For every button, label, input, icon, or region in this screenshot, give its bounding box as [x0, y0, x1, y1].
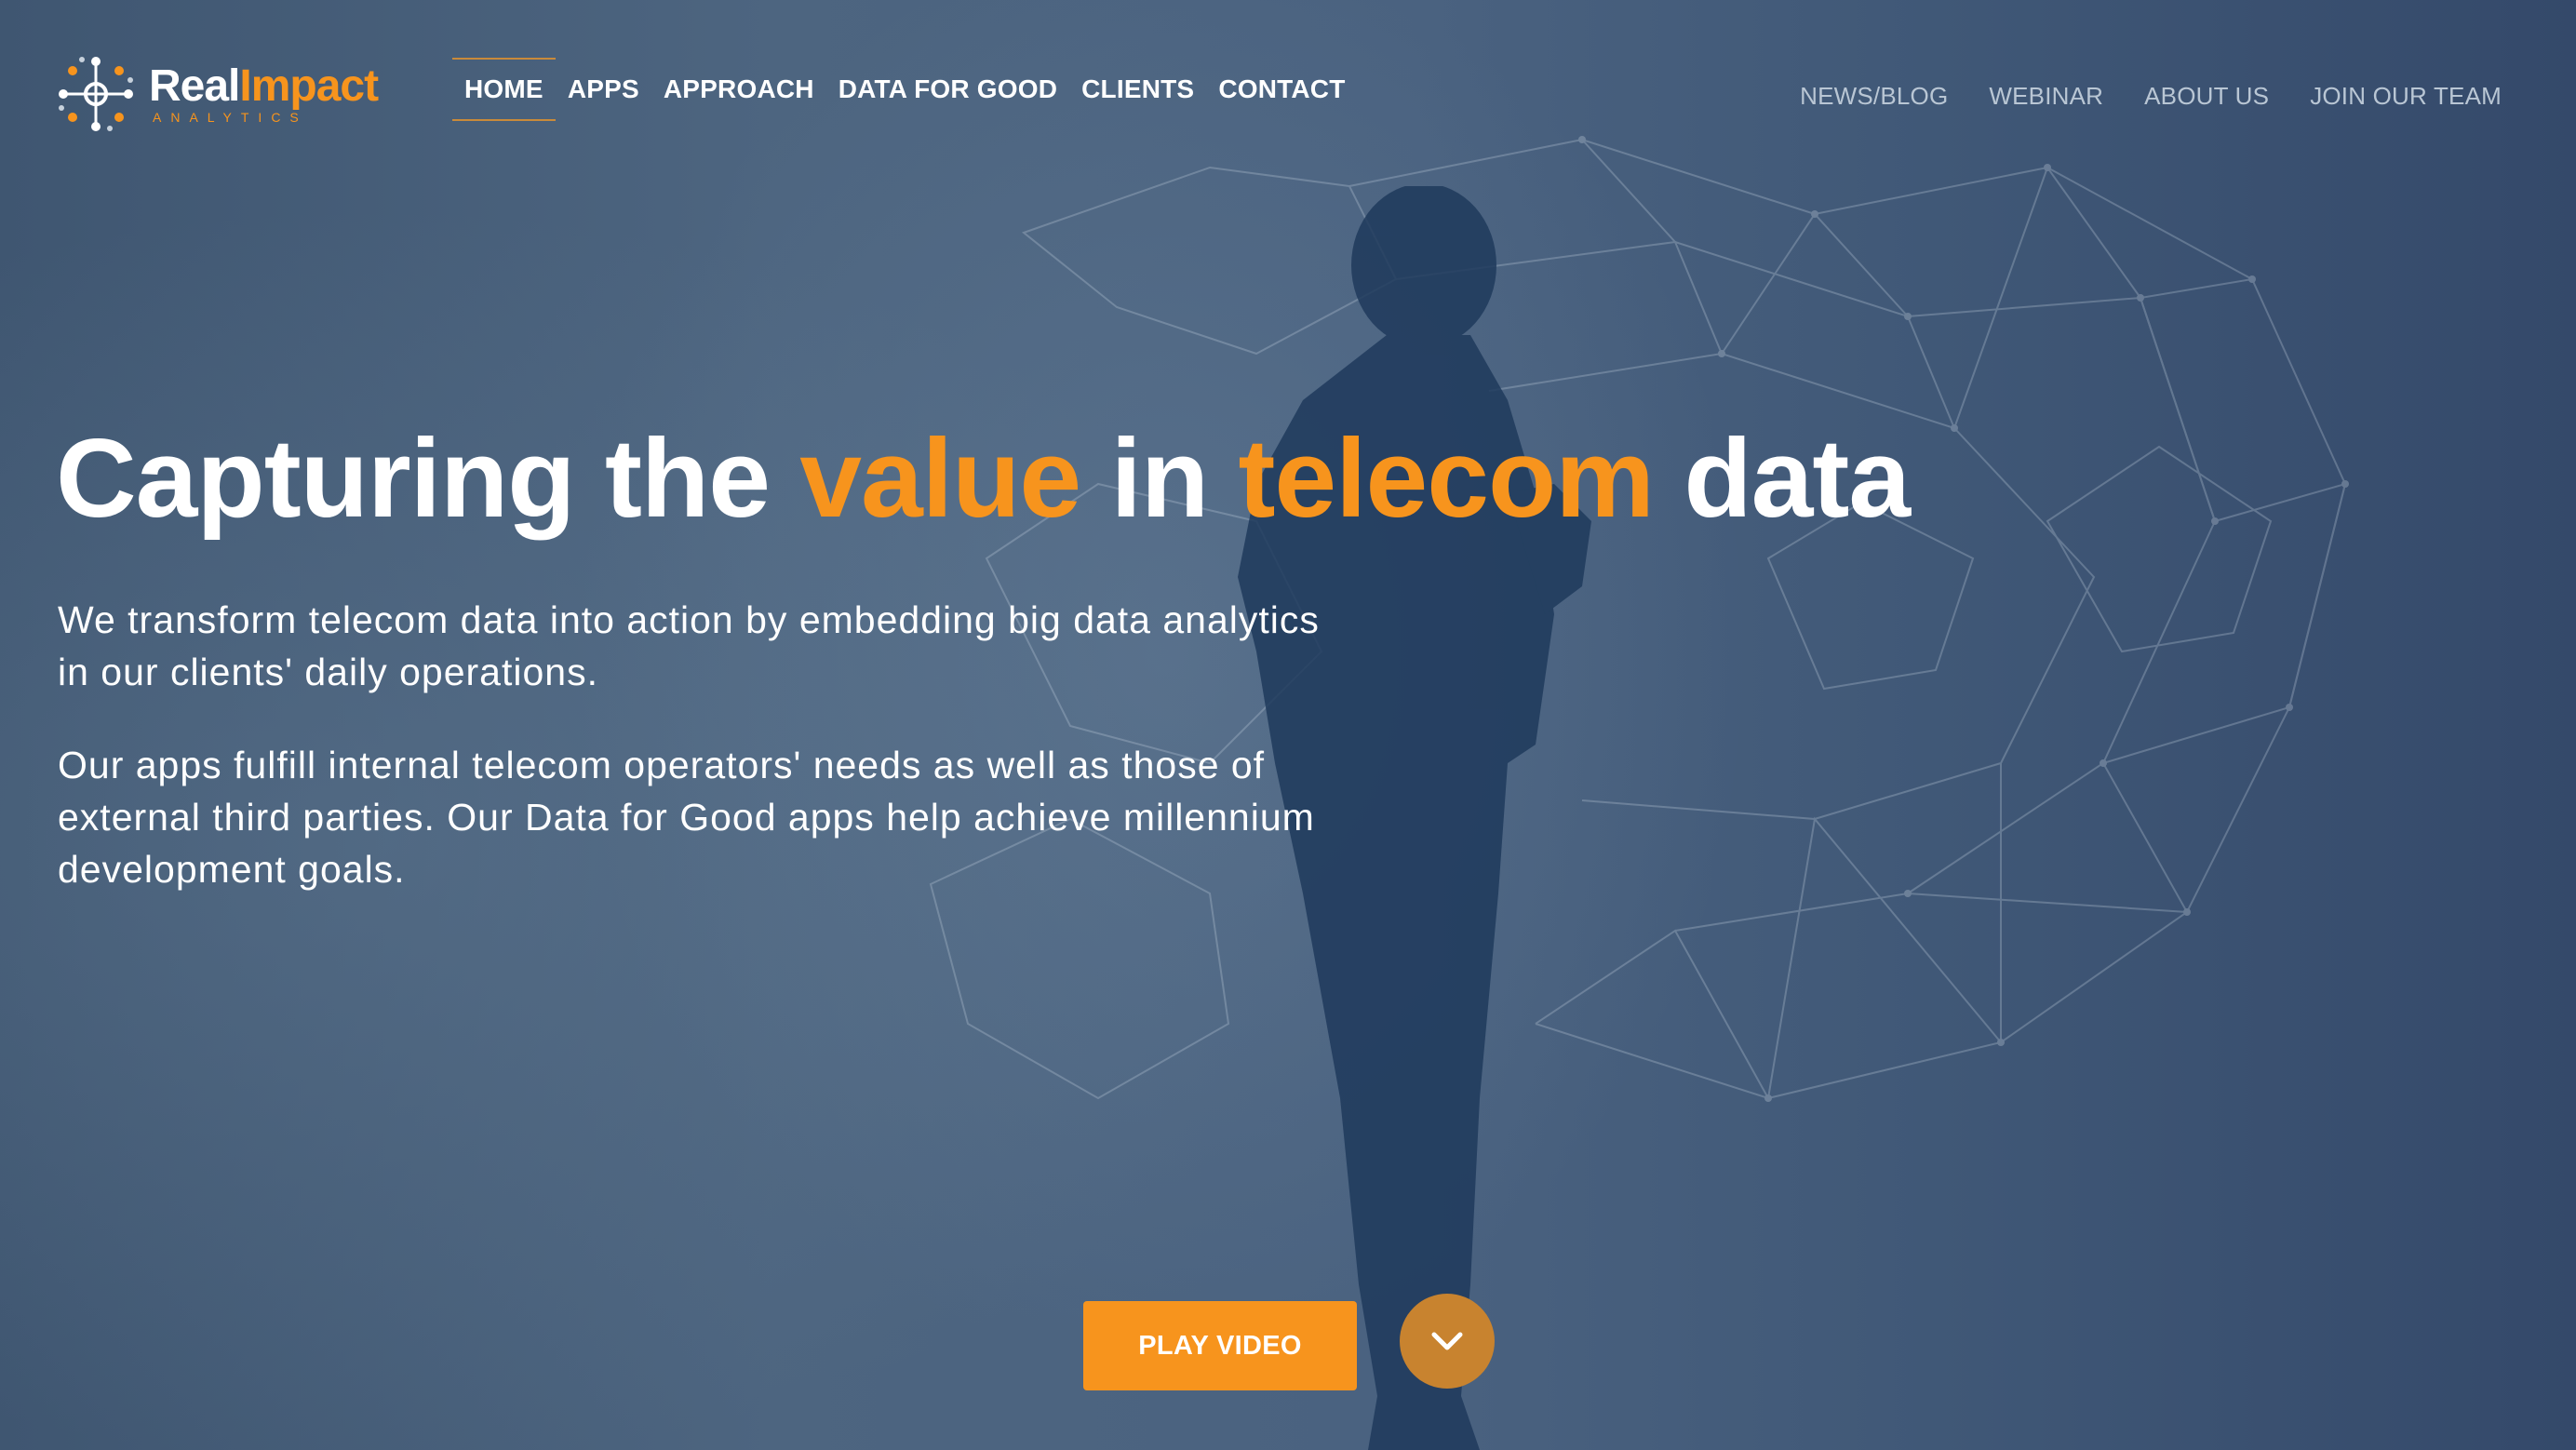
nav-item-join-our-team[interactable]: JOIN OUR TEAM [2310, 82, 2502, 111]
brand-name: RealImpact [149, 61, 379, 111]
nav-item-approach[interactable]: APPROACH [651, 58, 826, 121]
play-video-button[interactable]: PLAY VIDEO [1083, 1301, 1357, 1390]
hero-intro: We transform telecom data into action by… [58, 594, 1361, 936]
brand-name-part2: Impact [239, 61, 379, 111]
brand-name-part1: Real [149, 61, 240, 111]
nav-item-home[interactable]: HOME [452, 58, 556, 121]
main-navigation: HOME APPS APPROACH DATA FOR GOOD CLIENTS… [452, 58, 1358, 121]
chevron-down-icon [1431, 1332, 1463, 1350]
brand-tagline: ANALYTICS [153, 110, 308, 125]
headline-highlight-telecom: telecom [1238, 416, 1655, 541]
intro-paragraph-2: Our apps fulfill internal telecom operat… [58, 744, 1315, 891]
hero-headline: Capturing the value in telecom data [56, 416, 1911, 541]
network-logo-icon [59, 57, 133, 131]
nav-item-about-us[interactable]: ABOUT US [2144, 82, 2269, 111]
nav-item-contact[interactable]: CONTACT [1206, 58, 1357, 121]
headline-part1: Capturing the [56, 416, 800, 541]
nav-item-webinar[interactable]: WEBINAR [1989, 82, 2103, 111]
headline-part3: data [1653, 416, 1911, 541]
brand-logo[interactable]: RealImpact ANALYTICS [54, 52, 379, 136]
nav-item-apps[interactable]: APPS [556, 58, 651, 121]
headline-part2: in [1080, 416, 1239, 541]
headline-highlight-value: value [799, 416, 1081, 541]
nav-item-data-for-good[interactable]: DATA FOR GOOD [826, 58, 1069, 121]
scroll-down-button[interactable] [1400, 1294, 1495, 1389]
intro-paragraph-1: We transform telecom data into action by… [58, 598, 1320, 693]
hero-section: RealImpact ANALYTICS HOME APPS APPROACH … [0, 0, 2576, 1450]
secondary-navigation: NEWS/BLOG WEBINAR ABOUT US JOIN OUR TEAM [1800, 82, 2502, 111]
nav-item-clients[interactable]: CLIENTS [1069, 58, 1206, 121]
nav-item-news-blog[interactable]: NEWS/BLOG [1800, 82, 1948, 111]
